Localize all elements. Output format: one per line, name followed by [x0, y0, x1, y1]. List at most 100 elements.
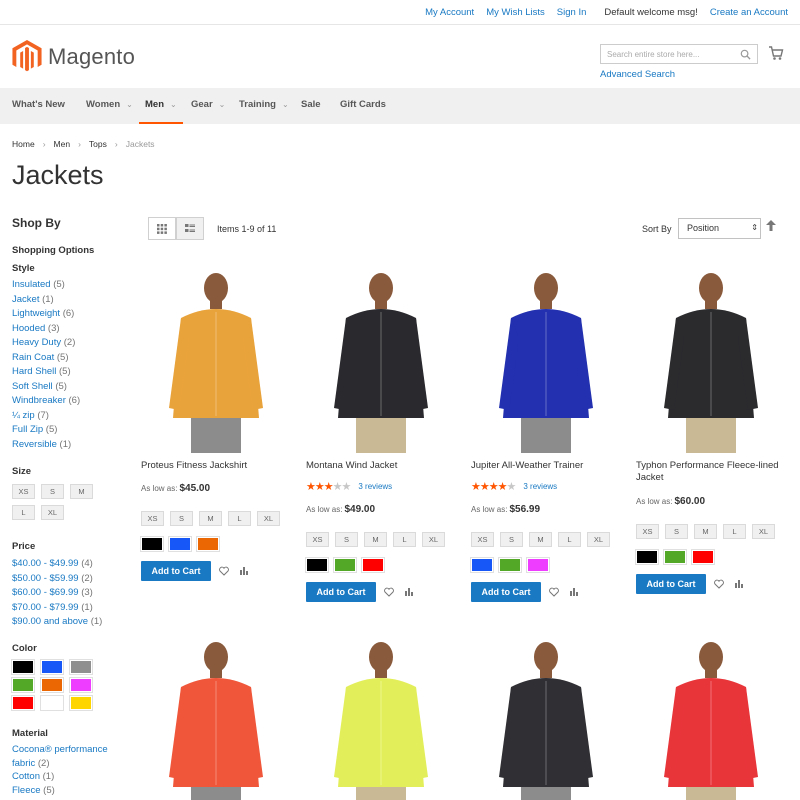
product-image[interactable] — [471, 637, 621, 800]
add-to-cart-button[interactable]: Add to Cart — [471, 582, 541, 602]
price-filter-option[interactable]: $70.00 - $79.99 (1) — [12, 601, 102, 616]
size-option[interactable]: L — [558, 532, 581, 547]
size-option[interactable]: XS — [141, 511, 164, 526]
style-filter-option[interactable]: Soft Shell (5) — [12, 380, 80, 395]
style-filter-option[interactable]: Reversible (1) — [12, 438, 80, 453]
product-image-wrapper[interactable] — [471, 637, 621, 800]
compare-icon[interactable] — [239, 566, 249, 576]
product-image-wrapper[interactable] — [636, 637, 786, 800]
product-name-link[interactable]: Montana Wind Jacket — [306, 460, 451, 472]
size-option[interactable]: L — [723, 524, 746, 539]
grid-view-button[interactable] — [148, 217, 176, 240]
material-filter-option-label[interactable]: Fleece — [12, 785, 41, 796]
color-filter-swatch[interactable] — [11, 695, 35, 711]
color-filter-swatch[interactable] — [69, 695, 93, 711]
style-filter-option[interactable]: Heavy Duty (2) — [12, 336, 80, 351]
sort-direction-arrow-icon[interactable] — [766, 220, 776, 232]
list-view-button[interactable] — [176, 217, 204, 240]
product-name-link[interactable]: Typhon Performance Fleece-lined Jacket — [636, 460, 781, 484]
product-image[interactable] — [471, 268, 621, 453]
style-filter-option[interactable]: Jacket (1) — [12, 293, 80, 308]
product-image[interactable] — [141, 637, 291, 800]
size-option[interactable]: S — [665, 524, 688, 539]
color-swatch[interactable] — [691, 549, 715, 565]
product-name-link[interactable]: Jupiter All-Weather Trainer — [471, 460, 616, 472]
size-filter-option[interactable]: M — [70, 484, 93, 499]
compare-icon[interactable] — [734, 579, 744, 589]
product-image-wrapper[interactable] — [636, 268, 786, 453]
style-filter-option[interactable]: Lightweight (6) — [12, 307, 80, 322]
size-option[interactable]: M — [529, 532, 552, 547]
compare-icon[interactable] — [404, 587, 414, 597]
size-filter-option[interactable]: XS — [12, 484, 35, 499]
wishlist-heart-icon[interactable] — [714, 579, 724, 589]
color-swatch[interactable] — [663, 549, 687, 565]
color-swatch[interactable] — [305, 557, 329, 573]
add-to-cart-button[interactable]: Add to Cart — [636, 574, 706, 594]
my-account-link[interactable]: My Account — [425, 7, 474, 18]
color-filter-swatch[interactable] — [69, 659, 93, 675]
add-to-cart-button[interactable]: Add to Cart — [306, 582, 376, 602]
style-filter-option[interactable]: Hard Shell (5) — [12, 365, 80, 380]
size-option[interactable]: XS — [636, 524, 659, 539]
price-filter-option-label[interactable]: $50.00 - $59.99 — [12, 573, 79, 584]
price-filter-option[interactable]: $50.00 - $59.99 (2) — [12, 572, 102, 587]
size-option[interactable]: XL — [257, 511, 280, 526]
style-filter-option-label[interactable]: Jacket — [12, 294, 39, 305]
sort-by-select[interactable]: Position ⇕ — [678, 218, 761, 239]
style-filter-option-label[interactable]: Heavy Duty — [12, 337, 61, 348]
product-image-wrapper[interactable] — [306, 637, 456, 800]
nav-item-gift-cards[interactable]: Gift Cards — [340, 88, 386, 124]
size-option[interactable]: XS — [471, 532, 494, 547]
material-filter-option[interactable]: Cotton (1) — [12, 770, 122, 784]
breadcrumb-home[interactable]: Home — [12, 139, 35, 149]
size-filter-option[interactable]: L — [12, 505, 35, 520]
size-option[interactable]: XL — [587, 532, 610, 547]
sign-in-link[interactable]: Sign In — [557, 7, 587, 18]
material-filter-title[interactable]: Material — [12, 728, 48, 739]
product-image-wrapper[interactable] — [306, 268, 456, 453]
color-swatch[interactable] — [333, 557, 357, 573]
compare-icon[interactable] — [569, 587, 579, 597]
advanced-search-link[interactable]: Advanced Search — [600, 69, 675, 80]
size-option[interactable]: S — [500, 532, 523, 547]
style-filter-option-label[interactable]: Insulated — [12, 279, 51, 290]
color-filter-swatch[interactable] — [11, 659, 35, 675]
color-swatch[interactable] — [470, 557, 494, 573]
size-option[interactable]: M — [199, 511, 222, 526]
product-image[interactable] — [636, 637, 786, 800]
style-filter-option-label[interactable]: Full Zip — [12, 424, 43, 435]
wishlist-heart-icon[interactable] — [384, 587, 394, 597]
size-filter-option[interactable]: XL — [41, 505, 64, 520]
size-option[interactable]: M — [694, 524, 717, 539]
style-filter-option[interactable]: Full Zip (5) — [12, 423, 80, 438]
style-filter-option-label[interactable]: Windbreaker — [12, 395, 66, 406]
product-image[interactable] — [306, 268, 456, 453]
size-option[interactable]: XS — [306, 532, 329, 547]
style-filter-option-label[interactable]: Soft Shell — [12, 381, 53, 392]
material-filter-option-label[interactable]: Cocona® performance fabric — [12, 744, 108, 769]
size-filter-option[interactable]: S — [41, 484, 64, 499]
search-input[interactable]: Search entire store here... — [600, 44, 758, 64]
breadcrumb-tops[interactable]: Tops — [89, 139, 107, 149]
nav-item-women[interactable]: Women ⌄ — [86, 88, 133, 124]
color-filter-swatch[interactable] — [40, 695, 64, 711]
color-filter-swatch[interactable] — [69, 677, 93, 693]
price-filter-option[interactable]: $40.00 - $49.99 (4) — [12, 557, 102, 572]
color-filter-swatch[interactable] — [11, 677, 35, 693]
color-filter-swatch[interactable] — [40, 659, 64, 675]
add-to-cart-button[interactable]: Add to Cart — [141, 561, 211, 581]
cart-icon[interactable] — [768, 45, 784, 61]
my-wish-lists-link[interactable]: My Wish Lists — [486, 7, 545, 18]
nav-item-training[interactable]: Training ⌄ — [239, 88, 289, 124]
product-image[interactable] — [306, 637, 456, 800]
style-filter-option-label[interactable]: ¼ zip — [12, 410, 35, 421]
price-filter-title[interactable]: Price — [12, 541, 35, 552]
logo[interactable]: Magento — [12, 40, 135, 73]
price-filter-option-label[interactable]: $40.00 - $49.99 — [12, 558, 79, 569]
style-filter-option-label[interactable]: Reversible — [12, 439, 57, 450]
search-icon[interactable] — [740, 49, 751, 60]
size-option[interactable]: XL — [422, 532, 445, 547]
style-filter-option[interactable]: ¼ zip (7) — [12, 409, 80, 424]
material-filter-option[interactable]: Fleece (5) — [12, 784, 122, 798]
